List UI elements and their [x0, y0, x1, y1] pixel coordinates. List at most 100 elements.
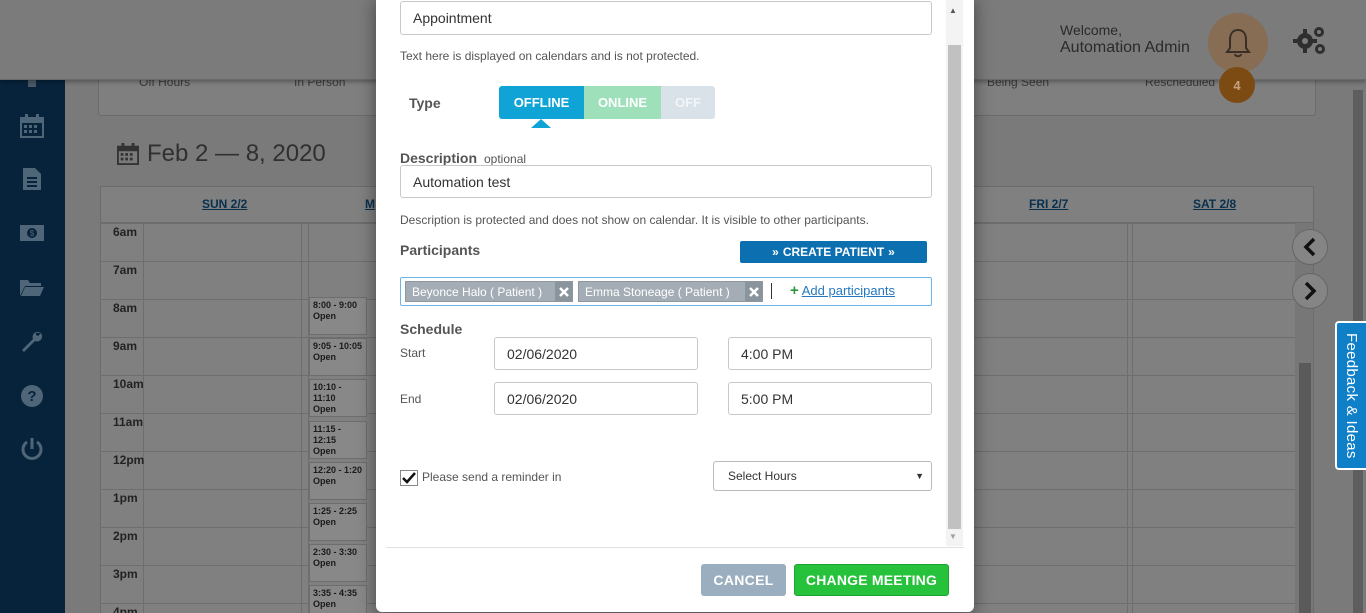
participant-chip: Emma Stoneage ( Patient ) — [578, 281, 763, 302]
start-date-input[interactable]: 02/06/2020 — [494, 337, 698, 370]
scroll-up-icon[interactable]: ▲ — [949, 6, 957, 15]
close-icon — [558, 286, 569, 297]
footer-divider — [386, 547, 964, 548]
cancel-button[interactable]: CANCEL — [701, 564, 786, 596]
calendar-slot[interactable]: 12:20 - 1:20 Open — [309, 462, 367, 500]
notification-badge: 4 — [1219, 67, 1255, 103]
double-chevron-right-icon: » — [772, 245, 779, 259]
title-help: Text here is displayed on calendars and … — [400, 49, 700, 63]
checkmark-icon — [402, 472, 416, 484]
scroll-down-icon[interactable]: ▼ — [949, 532, 957, 541]
modal-scroll-thumb[interactable] — [948, 45, 961, 529]
start-time-input[interactable]: 4:00 PM — [728, 337, 932, 370]
hour-label: 7am — [113, 263, 138, 277]
day-sun[interactable]: SUN 2/2 — [202, 197, 247, 211]
start-date-value: 02/06/2020 — [507, 345, 578, 362]
close-icon — [748, 286, 759, 297]
day-mon[interactable]: M — [365, 197, 375, 211]
end-label: End — [400, 392, 422, 406]
folder-icon[interactable] — [18, 273, 46, 301]
prev-week-button[interactable] — [1292, 229, 1328, 265]
bell-icon — [1225, 28, 1251, 58]
hour-label: 11am — [113, 415, 144, 429]
calendar-slot[interactable]: 3:35 - 4:35 Open — [309, 585, 367, 613]
start-label: Start — [400, 346, 426, 360]
change-meeting-button[interactable]: CHANGE MEETING — [794, 564, 949, 596]
description-value: Automation test — [413, 173, 511, 190]
next-week-button[interactable] — [1292, 273, 1328, 309]
start-time-value: 4:00 PM — [741, 345, 794, 362]
add-participants-link[interactable]: + Add participants — [790, 282, 895, 299]
modal-body: Appointment Text here is displayed on ca… — [376, 0, 974, 546]
end-date-input[interactable]: 02/06/2020 — [494, 382, 698, 415]
reminder-checkbox[interactable] — [400, 470, 418, 486]
create-patient-button[interactable]: » CREATE PATIENT » — [740, 241, 927, 263]
calendar-slot[interactable]: 8:00 - 9:00 Open — [309, 297, 367, 335]
gear-icon — [1293, 27, 1325, 54]
help-icon[interactable]: ? — [18, 382, 46, 410]
calendar-icon — [117, 143, 139, 165]
calendar-slot[interactable]: 9:05 - 10:05 Open — [309, 338, 367, 376]
type-label: Type — [409, 95, 441, 111]
type-online-button[interactable]: ONLINE — [584, 86, 661, 119]
description-input[interactable]: Automation test — [400, 165, 932, 198]
plus-icon: + — [790, 282, 799, 299]
calendar-slot[interactable]: 11:15 - 12:15 Open — [309, 421, 367, 459]
hour-label: 6am — [113, 225, 138, 239]
calendar-slot[interactable]: 2:30 - 3:30 Open — [309, 544, 367, 582]
end-date-value: 02/06/2020 — [507, 390, 578, 407]
week-range: Feb 2 — 8, 2020 — [147, 140, 326, 167]
description-optional: optional — [484, 152, 527, 166]
create-patient-label: CREATE PATIENT — [782, 245, 885, 259]
schedule-label: Schedule — [400, 321, 463, 337]
description-label: Description — [400, 150, 478, 166]
description-help: Description is protected and does not sh… — [400, 213, 869, 227]
type-off-button[interactable]: OFF — [661, 86, 715, 119]
participant-chip: Beyonce Halo ( Patient ) — [405, 281, 573, 302]
welcome-text: Welcome, — [1060, 22, 1122, 38]
participants-label: Participants — [400, 242, 481, 258]
logout-icon[interactable] — [18, 435, 46, 463]
feedback-tab[interactable]: Feedback & Ideas — [1335, 321, 1366, 470]
hour-label: 9am — [113, 339, 138, 353]
settings-button[interactable] — [1293, 24, 1327, 61]
hour-label: 3pm — [113, 567, 138, 581]
calendar-slot[interactable]: 10:10 - 11:10 Open — [309, 379, 367, 417]
remove-participant-button[interactable] — [745, 282, 762, 301]
text-caret — [771, 283, 772, 299]
add-participants-label: Add participants — [801, 283, 895, 298]
modal-scrollbar[interactable]: ▲ ▼ — [946, 0, 963, 546]
billing-icon[interactable]: $ — [18, 219, 46, 247]
day-sat[interactable]: SAT 2/8 — [1193, 197, 1236, 211]
svg-text:$: $ — [30, 229, 35, 238]
calendar-icon[interactable] — [18, 112, 46, 140]
edit-meeting-modal: Appointment Text here is displayed on ca… — [376, 0, 974, 612]
sidebar: $ ? — [0, 75, 65, 613]
notifications-button[interactable] — [1208, 13, 1268, 73]
type-toggle: OFFLINE ONLINE OFF — [499, 86, 715, 119]
hour-label: 12pm — [113, 453, 145, 467]
participant-name: Beyonce Halo ( Patient ) — [412, 284, 543, 299]
participants-input[interactable]: Beyonce Halo ( Patient ) Emma Stoneage (… — [400, 277, 932, 306]
hour-label: 8am — [113, 301, 138, 315]
hour-label: 4pm — [113, 605, 138, 613]
end-time-input[interactable]: 5:00 PM — [728, 382, 932, 415]
svg-text:?: ? — [27, 388, 36, 405]
welcome-block: Welcome, Automation Admin — [1060, 22, 1190, 57]
hour-label: 2pm — [113, 529, 138, 543]
remove-participant-button[interactable] — [555, 282, 572, 301]
day-fri[interactable]: FRI 2/7 — [1029, 197, 1068, 211]
end-time-value: 5:00 PM — [741, 390, 794, 407]
caret-down-icon: ▼ — [915, 471, 924, 481]
wrench-icon[interactable] — [18, 328, 46, 356]
title-value: Appointment — [413, 10, 492, 26]
chevron-left-icon — [1303, 237, 1316, 257]
type-offline-button[interactable]: OFFLINE — [499, 86, 584, 119]
calendar-scroll-thumb[interactable] — [1299, 363, 1311, 613]
document-icon[interactable] — [18, 165, 46, 193]
reminder-hours-value: Select Hours — [728, 469, 797, 483]
calendar-slot[interactable]: 1:25 - 2:25 Open — [309, 503, 367, 541]
reminder-hours-select[interactable]: Select Hours ▼ — [713, 461, 932, 491]
title-input[interactable]: Appointment — [400, 1, 932, 35]
hour-label: 10am — [113, 377, 144, 391]
